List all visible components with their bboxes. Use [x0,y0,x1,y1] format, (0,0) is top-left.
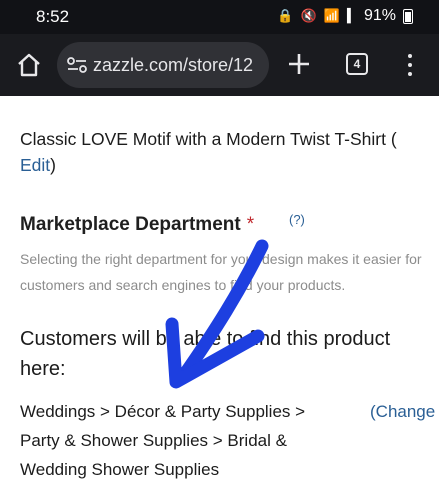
new-tab-icon[interactable] [287,52,311,76]
address-bar[interactable]: zazzle.com/store/12 [57,42,269,88]
signal-icon: ▍ [346,8,357,23]
product-title-close: ) [50,155,56,175]
home-icon[interactable] [16,52,42,78]
status-icons: 🔒 🔇 📶 ▍ 91% [277,7,413,25]
department-description: Selecting the right department for your … [20,251,422,293]
page-content: Classic LOVE Motif with a Modern Twist T… [0,96,439,500]
status-time: 8:52 [36,7,70,26]
required-marker: * [246,214,255,235]
site-settings-icon[interactable] [67,57,87,73]
product-title-text: Classic LOVE Motif with a Modern Twist T… [20,129,397,149]
status-bar: 8:52 🔒 🔇 📶 ▍ 91% [0,0,439,34]
department-heading-text: Marketplace Department [20,214,241,235]
more-menu-icon[interactable] [405,52,415,78]
url-text[interactable]: zazzle.com/store/12 [93,55,253,76]
category-path: Weddings > Décor & Party Supplies > Part… [20,402,306,479]
browser-toolbar: zazzle.com/store/12 4 [0,34,439,96]
product-title: Classic LOVE Motif with a Modern Twist T… [20,126,439,178]
customers-text: Customers will be able to find this prod… [20,328,391,380]
lock-icon: 🔒 [277,8,294,23]
edit-link[interactable]: Edit [20,155,50,175]
battery-icon [403,8,413,24]
wifi-icon: 📶 [323,8,340,23]
mute-icon: 🔇 [300,8,317,23]
change-link[interactable]: (Change [370,397,435,426]
tab-switcher-button[interactable]: 4 [346,53,368,75]
battery-percent: 91% [363,7,396,24]
department-heading: Marketplace Department * [20,214,254,236]
help-link[interactable]: (?) [289,212,305,227]
